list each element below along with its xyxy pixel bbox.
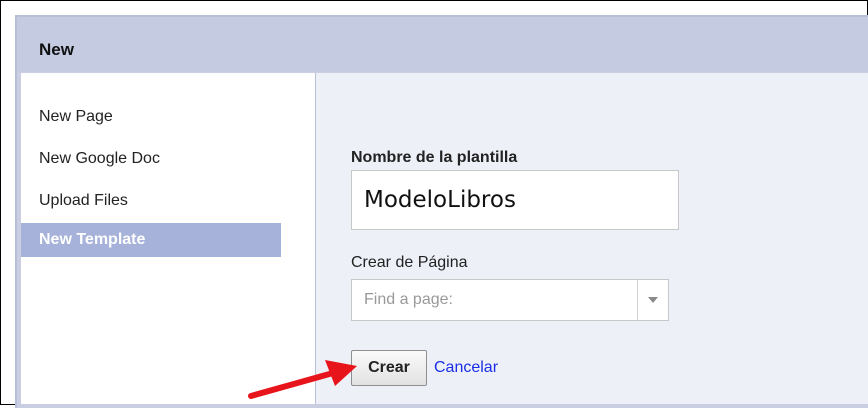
screenshot-frame: New New Page New Google Doc Upload Files… — [0, 0, 868, 408]
dialog-header: New — [17, 17, 868, 72]
sidebar-item-label: Upload Files — [39, 192, 128, 209]
template-form-panel: Nombre de la plantilla Crear de Página F… — [316, 73, 868, 404]
dropdown-toggle[interactable] — [637, 280, 668, 320]
sidebar-item-upload-files[interactable]: Upload Files — [21, 184, 281, 218]
sidebar-item-new-template[interactable]: New Template — [21, 223, 281, 257]
sidebar-item-label: New Page — [39, 108, 113, 125]
sidebar-item-label: New Google Doc — [39, 150, 160, 167]
create-from-page-label: Crear de Página — [351, 254, 468, 271]
dialog-title: New — [39, 40, 74, 59]
find-page-placeholder: Find a page: — [364, 291, 453, 308]
sidebar-item-new-google-doc[interactable]: New Google Doc — [21, 142, 281, 176]
find-page-select[interactable]: Find a page: — [351, 279, 669, 321]
new-dialog: New New Page New Google Doc Upload Files… — [15, 15, 868, 408]
cancel-link[interactable]: Cancelar — [434, 359, 498, 377]
annotation-arrow-icon — [248, 360, 357, 399]
sidebar-item-label: New Template — [39, 231, 146, 248]
sidebar-item-new-page[interactable]: New Page — [21, 100, 281, 134]
template-name-input[interactable] — [351, 170, 679, 230]
template-name-label: Nombre de la plantilla — [351, 149, 518, 166]
chevron-down-icon — [648, 297, 658, 303]
